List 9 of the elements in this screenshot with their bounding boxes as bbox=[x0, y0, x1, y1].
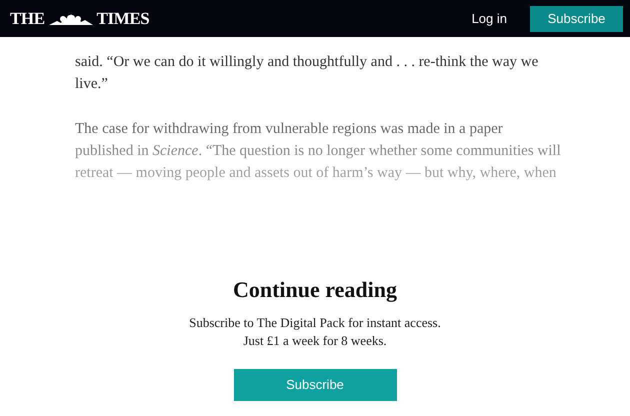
logo-text: THE bbox=[10, 8, 45, 30]
subscribe-button[interactable]: Subscribe bbox=[530, 6, 623, 32]
logo-text: TIMES bbox=[96, 8, 150, 30]
paywall-title: Continue reading bbox=[232, 276, 397, 304]
paywall-text: Subscribe to The Digital Pack for instant access. bbox=[189, 314, 441, 332]
subscribe-button[interactable]: Subscribe bbox=[234, 369, 396, 401]
article-paragraph: said. “Or we can do it willingly and thoughtfully and . . . re-think the way we live.” bbox=[75, 53, 540, 94]
login-link[interactable]: Log in bbox=[472, 8, 507, 28]
paywall-text: Just £1 a week for 8 weeks. bbox=[243, 332, 387, 350]
